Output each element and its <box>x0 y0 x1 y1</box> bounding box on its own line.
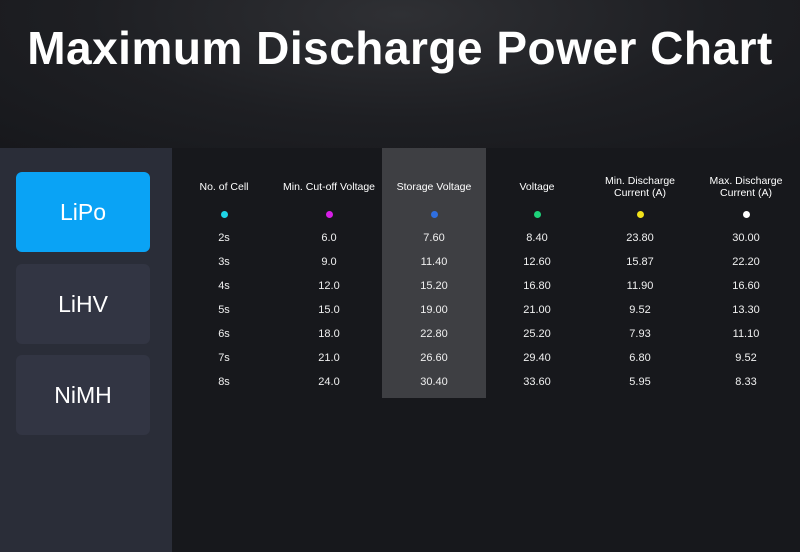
table-row: 7s 21.0 26.60 29.40 6.80 9.52 <box>172 346 800 370</box>
column-header-voltage: Voltage <box>519 181 555 193</box>
legend-dot-green <box>533 211 541 218</box>
legend-dot-yellow <box>636 211 644 218</box>
table-cell: 12.60 <box>523 256 551 268</box>
table-cell: 7.93 <box>629 328 651 340</box>
column-header-storage-voltage: Storage Voltage <box>396 181 472 193</box>
table-cell: 26.60 <box>420 352 448 364</box>
table-cell: 13.30 <box>732 304 760 316</box>
table-cell: 29.40 <box>523 352 551 364</box>
legend-dot-cyan <box>220 211 228 218</box>
table-cell: 12.0 <box>318 280 340 292</box>
column-header-max-discharge: Max. Discharge Current (A) <box>709 175 783 199</box>
column-header-min-cutoff: Min. Cut-off Voltage <box>282 181 376 193</box>
table-cell: 33.60 <box>523 376 551 388</box>
table-cell: 7.60 <box>423 232 445 244</box>
table-cell: 23.80 <box>626 232 654 244</box>
table-cell: 5.95 <box>629 376 651 388</box>
header: Maximum Discharge Power Chart <box>0 0 800 148</box>
legend-dot-blue <box>430 211 438 218</box>
table-row: 5s 15.0 19.00 21.00 9.52 13.30 <box>172 298 800 322</box>
table-cell: 5s <box>218 304 230 316</box>
table-cell: 8.33 <box>735 376 757 388</box>
table-cell: 19.00 <box>420 304 448 316</box>
page-title: Maximum Discharge Power Chart <box>27 22 773 74</box>
table-cell: 8s <box>218 376 230 388</box>
legend-dot-white <box>742 211 750 218</box>
table-cell: 15.87 <box>626 256 654 268</box>
table-cell: 30.00 <box>732 232 760 244</box>
table-row: 3s 9.0 11.40 12.60 15.87 22.20 <box>172 250 800 274</box>
table-cell: 18.0 <box>318 328 340 340</box>
legend-dot-magenta <box>325 211 333 218</box>
table-cell: 15.20 <box>420 280 448 292</box>
column-header-cells: No. of Cell <box>199 181 249 193</box>
table-cell: 9.52 <box>735 352 757 364</box>
table-header-row: No. of Cell Min. Cut-off Voltage Storage… <box>172 170 800 204</box>
table-cell: 7s <box>218 352 230 364</box>
table-cell: 4s <box>218 280 230 292</box>
table-cell: 25.20 <box>523 328 551 340</box>
table-cell: 6.80 <box>629 352 651 364</box>
table-cell: 15.0 <box>318 304 340 316</box>
tab-lipo[interactable]: LiPo <box>16 172 150 252</box>
table-cell: 16.80 <box>523 280 551 292</box>
discharge-table-panel: No. of Cell Min. Cut-off Voltage Storage… <box>172 148 800 552</box>
table-row: 4s 12.0 15.20 16.80 11.90 16.60 <box>172 274 800 298</box>
table-cell: 16.60 <box>732 280 760 292</box>
table-row: 2s 6.0 7.60 8.40 23.80 30.00 <box>172 226 800 250</box>
table-cell: 6.0 <box>321 232 337 244</box>
table-cell: 21.0 <box>318 352 340 364</box>
tab-lihv[interactable]: LiHV <box>16 264 150 344</box>
table-cell: 8.40 <box>526 232 548 244</box>
table-cell: 24.0 <box>318 376 340 388</box>
table-cell: 30.40 <box>420 376 448 388</box>
table-row: 6s 18.0 22.80 25.20 7.93 11.10 <box>172 322 800 346</box>
table-row: 8s 24.0 30.40 33.60 5.95 8.33 <box>172 370 800 394</box>
table-cell: 2s <box>218 232 230 244</box>
battery-type-sidebar: LiPo LiHV NiMH <box>0 148 172 552</box>
legend-dot-row <box>172 204 800 226</box>
discharge-table: No. of Cell Min. Cut-off Voltage Storage… <box>172 170 800 394</box>
table-cell: 21.00 <box>523 304 551 316</box>
table-cell: 22.80 <box>420 328 448 340</box>
table-cell: 11.90 <box>626 280 654 292</box>
table-cell: 6s <box>218 328 230 340</box>
table-cell: 3s <box>218 256 230 268</box>
table-cell: 11.40 <box>420 256 448 268</box>
column-header-min-discharge: Min. Discharge Current (A) <box>604 175 676 199</box>
table-cell: 9.52 <box>629 304 651 316</box>
table-cell: 9.0 <box>321 256 337 268</box>
table-cell: 11.10 <box>732 328 760 340</box>
table-cell: 22.20 <box>732 256 760 268</box>
tab-nimh[interactable]: NiMH <box>16 355 150 435</box>
